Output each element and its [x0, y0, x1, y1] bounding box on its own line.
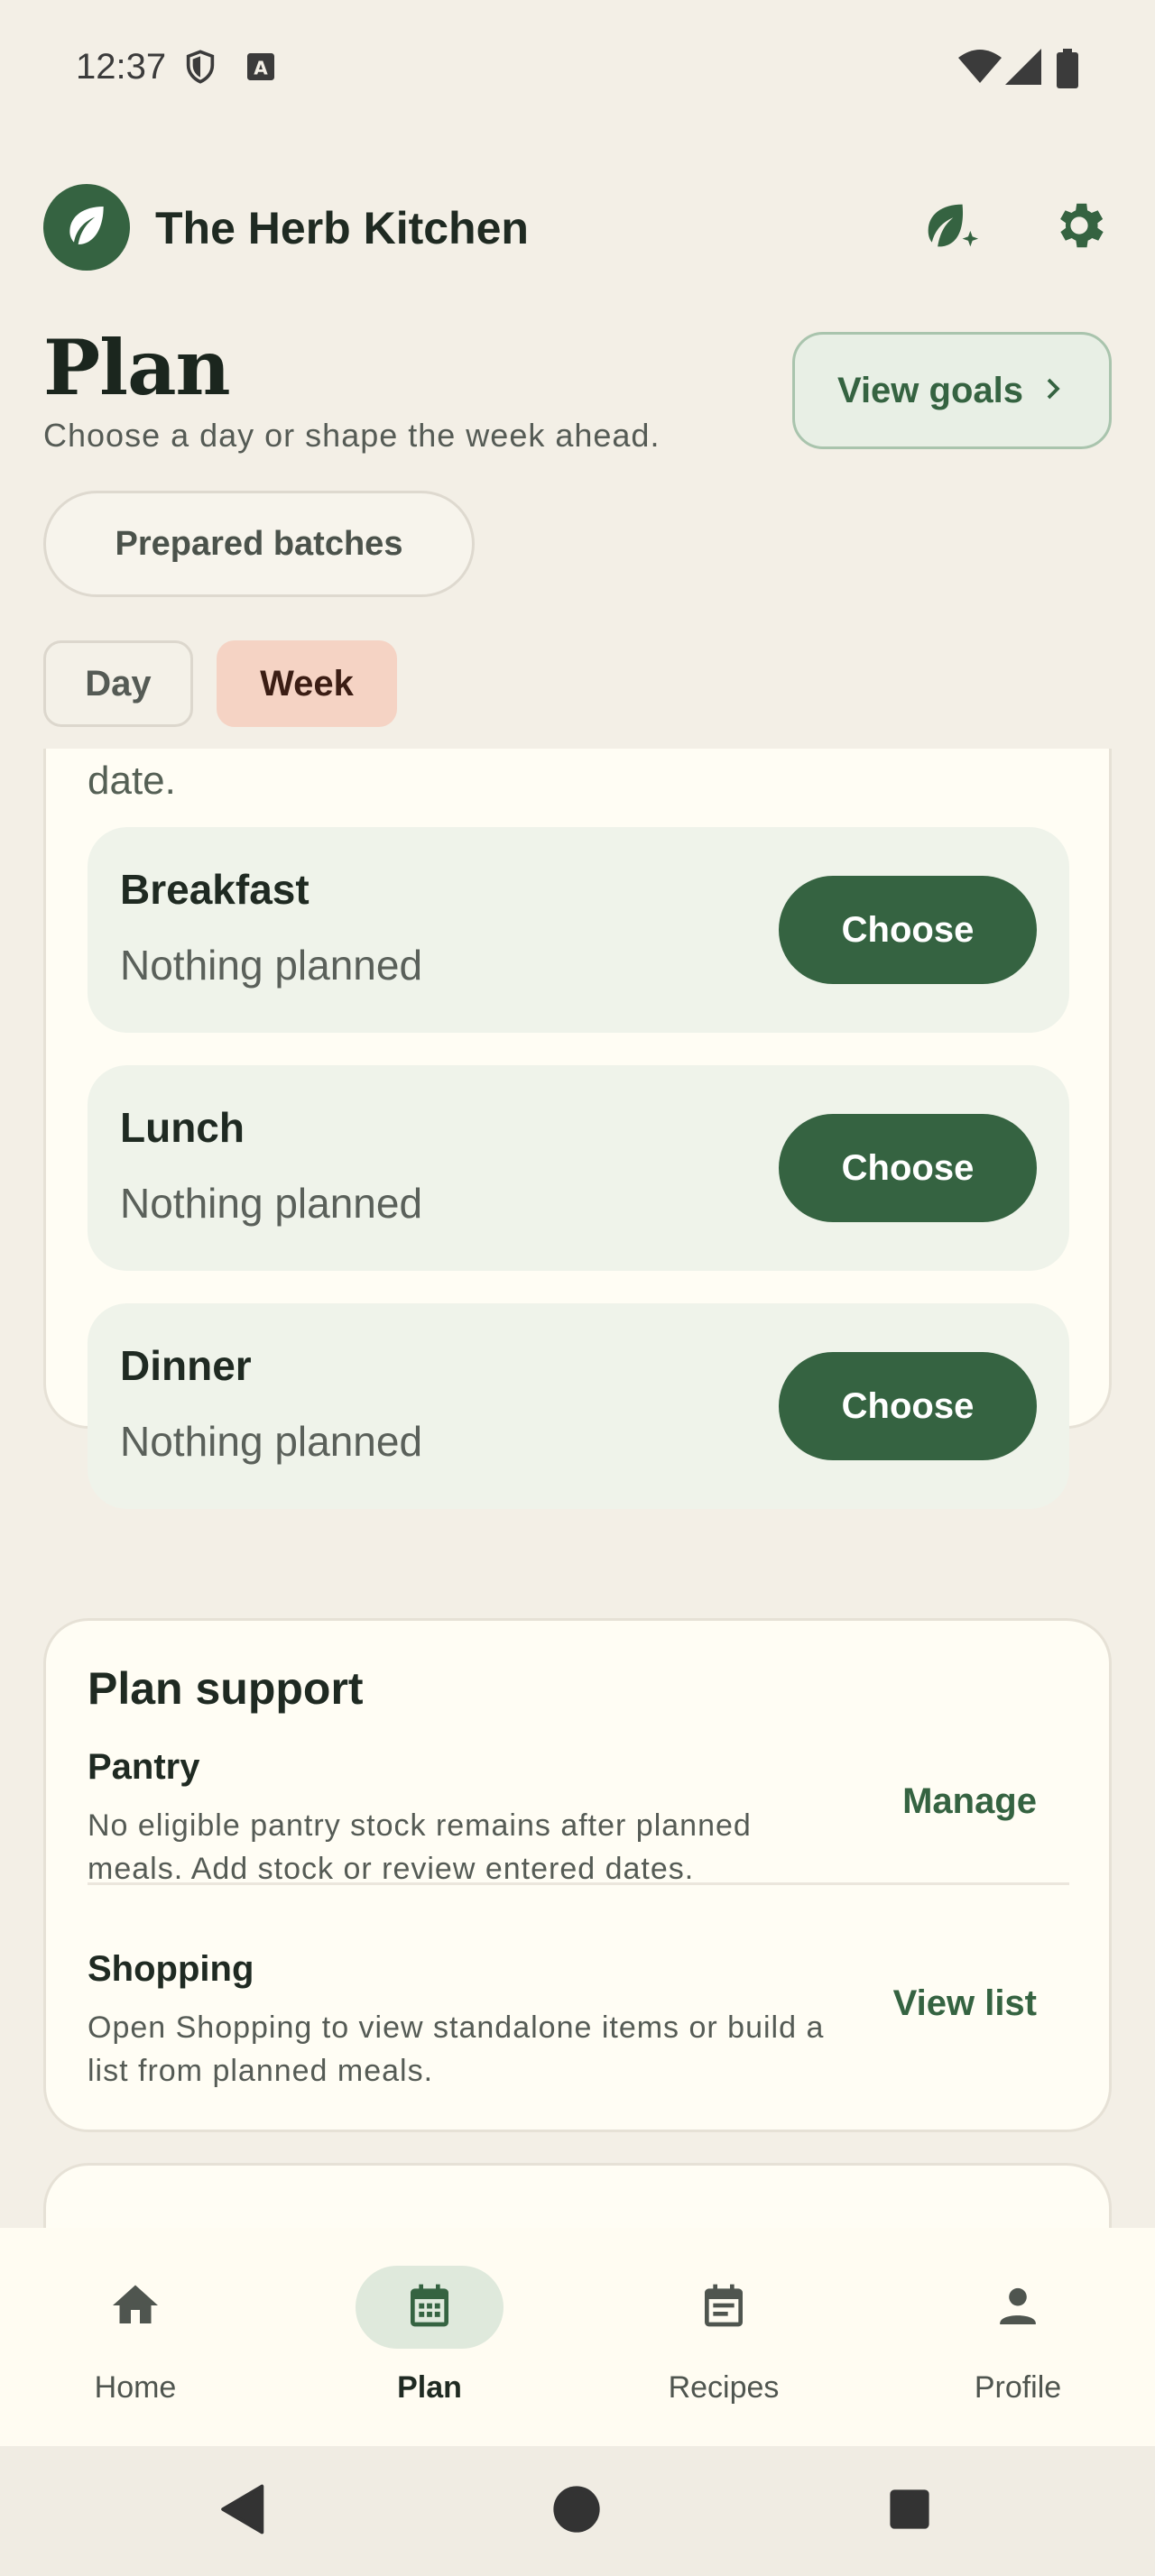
choose-breakfast-button[interactable]: Choose: [779, 876, 1037, 984]
support-row-pantry: Pantry No eligible pantry stock remains …: [88, 1747, 1069, 1891]
meals-card: date. Breakfast Nothing planned Choose L…: [43, 749, 1112, 1509]
tab-week-label: Week: [260, 663, 354, 704]
app-title: The Herb Kitchen: [155, 203, 529, 253]
meal-name: Lunch: [120, 1104, 245, 1151]
meal-slot-breakfast: Breakfast Nothing planned Choose: [88, 827, 1069, 1033]
bottom-nav: Home Plan Recipes Profile: [0, 2228, 1155, 2446]
plan-support-title: Plan support: [88, 1663, 364, 1714]
nav-pill-active: [356, 2266, 504, 2349]
status-bar: 12:37 A: [0, 0, 1155, 135]
nav-label: Plan: [397, 2370, 462, 2405]
tab-day-label: Day: [85, 663, 152, 704]
view-shopping-list-button[interactable]: View list: [893, 1983, 1037, 2024]
keyboard-a-icon: A: [245, 49, 276, 89]
wifi-icon: [958, 49, 1002, 89]
person-icon: [993, 2280, 1043, 2335]
system-navigation-bar: [0, 2446, 1155, 2576]
prepared-batches-label: Prepared batches: [115, 524, 403, 563]
system-recents-button[interactable]: [882, 2484, 937, 2538]
choose-lunch-button[interactable]: Choose: [779, 1114, 1037, 1222]
meal-name: Dinner: [120, 1342, 252, 1389]
manage-pantry-button[interactable]: Manage: [902, 1781, 1037, 1822]
system-back-button[interactable]: [217, 2484, 271, 2538]
tab-week[interactable]: Week: [217, 640, 397, 727]
leaf-icon: [61, 200, 112, 255]
system-home-button[interactable]: [550, 2484, 604, 2538]
svg-text:A: A: [254, 57, 268, 78]
page-subtitle: Choose a day or shape the week ahead.: [43, 417, 661, 454]
back-triangle-icon: [220, 2484, 267, 2539]
nutrition-button[interactable]: [913, 191, 985, 263]
nav-item-profile[interactable]: Profile: [919, 2266, 1117, 2419]
nav-label: Profile: [974, 2370, 1062, 2405]
support-row-description: No eligible pantry stock remains after p…: [88, 1808, 752, 1886]
home-icon: [108, 2278, 162, 2337]
shield-icon: [182, 49, 218, 89]
plan-support-card: Plan support Pantry No eligible pantry s…: [43, 1618, 1112, 2132]
nav-pill: [650, 2266, 798, 2349]
choose-label: Choose: [841, 909, 975, 950]
next-card-partial: [43, 2163, 1112, 2228]
choose-label: Choose: [841, 1385, 975, 1426]
status-time: 12:37: [76, 47, 167, 87]
nav-pill: [944, 2266, 1092, 2349]
support-row-description: Open Shopping to view standalone items o…: [88, 2010, 825, 2088]
recipes-icon: [698, 2280, 749, 2335]
tab-day[interactable]: Day: [43, 640, 193, 727]
view-goals-label: View goals: [836, 370, 1023, 410]
page-title: Plan: [43, 323, 231, 412]
nav-item-plan[interactable]: Plan: [330, 2266, 529, 2419]
meal-name: Breakfast: [120, 866, 310, 913]
meal-slot-lunch: Lunch Nothing planned Choose: [88, 1065, 1069, 1271]
divider: [88, 1882, 1069, 1885]
leaf-sparkle-icon: [918, 194, 981, 262]
cellular-icon: [1005, 49, 1041, 89]
home-circle-icon: [552, 2485, 601, 2538]
meal-status: Nothing planned: [120, 942, 423, 989]
plan-scroll-area[interactable]: date. Breakfast Nothing planned Choose L…: [0, 749, 1155, 2228]
nav-item-home[interactable]: Home: [36, 2266, 235, 2419]
nav-item-recipes[interactable]: Recipes: [624, 2266, 823, 2419]
meal-slot-dinner: Dinner Nothing planned Choose: [88, 1303, 1069, 1509]
prepared-batches-button[interactable]: Prepared batches: [43, 491, 475, 597]
meals-card-text-fragment: date.: [88, 759, 176, 803]
battery-icon: [1056, 49, 1079, 93]
recents-square-icon: [888, 2488, 931, 2535]
meal-status: Nothing planned: [120, 1180, 423, 1227]
nav-label: Recipes: [668, 2370, 780, 2405]
calendar-icon: [404, 2280, 455, 2335]
support-row-shopping: Shopping Open Shopping to view standalon…: [88, 1949, 1069, 2093]
choose-label: Choose: [841, 1147, 975, 1188]
app-header: The Herb Kitchen: [0, 171, 1155, 280]
gear-icon: [1049, 196, 1109, 260]
settings-button[interactable]: [1043, 191, 1115, 263]
nav-label: Home: [94, 2370, 177, 2405]
chevron-right-icon: [1040, 371, 1067, 411]
meal-status: Nothing planned: [120, 1418, 423, 1465]
nav-pill: [61, 2266, 209, 2349]
app-logo: [43, 184, 130, 271]
choose-dinner-button[interactable]: Choose: [779, 1352, 1037, 1460]
view-goals-button[interactable]: View goals: [792, 332, 1112, 449]
